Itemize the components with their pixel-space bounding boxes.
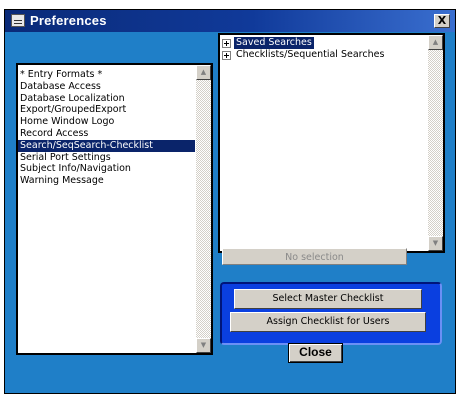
tree-node-saved-searches[interactable]: Saved Searches <box>222 37 427 49</box>
list-item[interactable]: Database Access <box>18 81 195 93</box>
expand-plus-icon[interactable] <box>222 38 231 48</box>
list-item-selected[interactable]: Search/SeqSearch-Checklist <box>18 139 195 152</box>
tree-scrollbar[interactable]: ▲ ▼ <box>428 35 443 251</box>
list-item[interactable]: Database Localization <box>18 93 195 105</box>
list-item[interactable]: Export/GroupedExport <box>18 104 195 116</box>
scroll-up-arrow-icon[interactable]: ▲ <box>428 35 443 50</box>
scroll-down-arrow-icon[interactable]: ▼ <box>196 338 211 353</box>
list-item[interactable]: * Entry Formats * <box>18 69 195 81</box>
tree-node-label: Checklists/Sequential Searches <box>236 49 385 60</box>
list-item[interactable]: Record Access <box>18 128 195 140</box>
selection-status-field: No selection <box>222 248 407 265</box>
categories-scrollbar[interactable]: ▲ ▼ <box>196 65 211 353</box>
list-item[interactable]: Home Window Logo <box>18 116 195 128</box>
list-item[interactable]: Serial Port Settings <box>18 152 195 164</box>
search-tree-view[interactable]: Saved Searches Checklists/Sequential Sea… <box>218 33 445 253</box>
window-title: Preferences <box>30 13 107 28</box>
checklist-panel: Select Master Checklist Assign Checklist… <box>220 282 442 345</box>
title-bar[interactable]: Preferences X <box>5 10 455 32</box>
close-button[interactable]: Close <box>288 343 343 363</box>
tree-node-label: Saved Searches <box>234 37 314 49</box>
scroll-down-arrow-icon[interactable]: ▼ <box>428 236 443 251</box>
preference-categories-list[interactable]: * Entry Formats * Database Access Databa… <box>16 63 213 355</box>
scroll-up-arrow-icon[interactable]: ▲ <box>196 65 211 80</box>
list-item[interactable]: Subject Info/Navigation <box>18 163 195 175</box>
tree-node-checklists[interactable]: Checklists/Sequential Searches <box>222 49 427 61</box>
expand-plus-icon[interactable] <box>222 50 231 60</box>
assign-checklist-button[interactable]: Assign Checklist for Users <box>230 312 426 332</box>
list-item[interactable]: Warning Message <box>18 175 195 187</box>
select-master-checklist-button[interactable]: Select Master Checklist <box>234 289 422 309</box>
window-close-button[interactable]: X <box>434 14 450 28</box>
preferences-icon <box>11 14 25 27</box>
